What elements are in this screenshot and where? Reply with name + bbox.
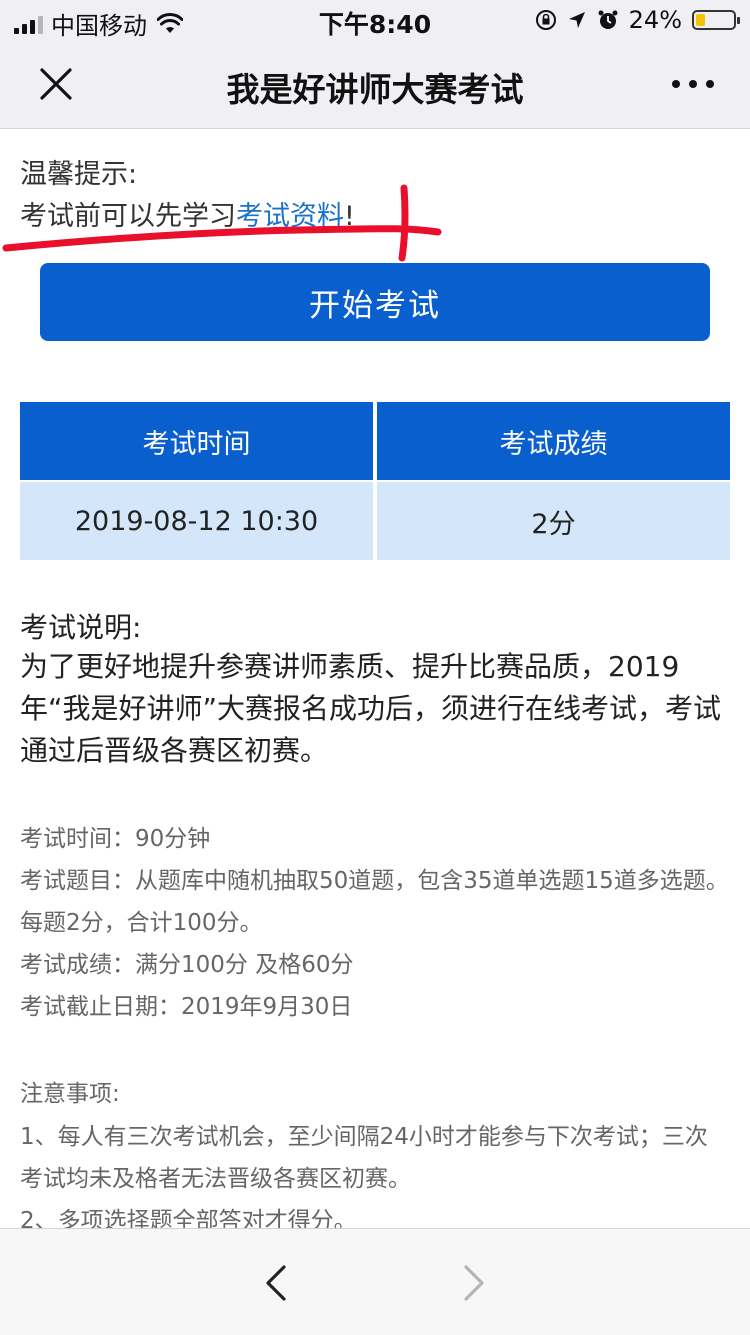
battery-fill bbox=[696, 14, 705, 26]
exam-score-value: 2分 bbox=[377, 482, 730, 560]
list-item: 1、每人有三次考试机会，至少间隔24小时才能参与下次考试；三次考试均未及格者无法… bbox=[20, 1124, 708, 1192]
exam-details: 考试时间：90分钟 考试题目：从题库中随机抽取50道题，包含35道单选题15道多… bbox=[20, 818, 730, 1028]
main-content: 温馨提示: 考试前可以先学习考试资料! 开始考试 考试时间 考试成绩 2019-… bbox=[0, 128, 750, 1228]
table-row: 2019-08-12 10:30 2分 bbox=[20, 482, 730, 560]
description-body: 为了更好地提升参赛讲师素质、提升比赛品质，2019年“我是好讲师”大赛报名成功后… bbox=[20, 650, 722, 767]
exam-time-value: 2019-08-12 10:30 bbox=[20, 482, 373, 560]
orientation-lock-icon bbox=[535, 10, 556, 30]
bottom-toolbar bbox=[0, 1228, 750, 1335]
start-exam-button[interactable]: 开始考试 bbox=[40, 263, 710, 341]
more-icon[interactable] bbox=[672, 80, 714, 88]
back-arrow-icon[interactable] bbox=[262, 1263, 290, 1303]
detail-scoring: 考试成绩：满分100分 及格60分 bbox=[20, 952, 354, 978]
detail-deadline: 考试截止日期：2019年9月30日 bbox=[20, 994, 353, 1020]
battery-percent: 24% bbox=[628, 6, 682, 34]
alarm-icon bbox=[598, 10, 618, 29]
page-title: 我是好讲师大赛考试 bbox=[226, 70, 524, 109]
status-bar: 中国移动 下午8:40 24% bbox=[0, 0, 750, 40]
handwritten-underline-annotation bbox=[2, 184, 442, 262]
header-exam-score: 考试成绩 bbox=[377, 402, 730, 480]
battery-icon bbox=[692, 10, 740, 30]
status-right: 24% bbox=[535, 6, 740, 34]
detail-duration: 考试时间：90分钟 bbox=[20, 826, 211, 852]
nav-bar: 我是好讲师大赛考试 bbox=[0, 40, 750, 129]
table-header-row: 考试时间 考试成绩 bbox=[20, 402, 730, 480]
detail-questions: 考试题目：从题库中随机抽取50道题，包含35道单选题15道多选题。每题2分，合计… bbox=[20, 868, 729, 936]
forward-arrow-icon[interactable] bbox=[460, 1263, 488, 1303]
exam-info-table: 考试时间 考试成绩 2019-08-12 10:30 2分 bbox=[20, 402, 730, 562]
header-exam-time: 考试时间 bbox=[20, 402, 373, 480]
location-icon bbox=[568, 12, 585, 28]
notes-list: 1、每人有三次考试机会，至少间隔24小时才能参与下次考试；三次考试均未及格者无法… bbox=[20, 1116, 730, 1228]
description-title: 考试说明: bbox=[20, 611, 142, 644]
list-item: 2、多项选择题全部答对才得分。 bbox=[20, 1208, 357, 1228]
notes-title: 注意事项: bbox=[20, 1081, 120, 1107]
